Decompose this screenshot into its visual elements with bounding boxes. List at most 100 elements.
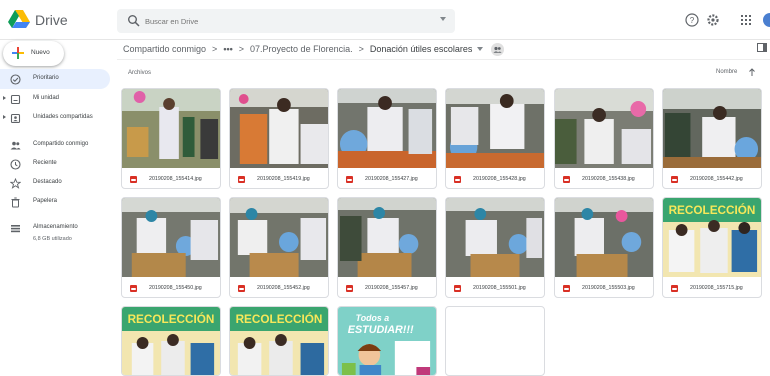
image-file-icon: [563, 176, 570, 183]
sidebar-item-shared-drives[interactable]: Unidades compartidas: [0, 108, 110, 128]
expand-arrow-icon[interactable]: [3, 96, 6, 100]
file-meta: 20190208_155442.jpg: [663, 168, 761, 188]
file-name: 20190208_155442.jpg: [690, 176, 743, 182]
photo-thumbnail[interactable]: RECOLECCIÓN: [663, 198, 761, 277]
file-card[interactable]: RECOLECCIÓN 20190208_155715.jpg: [662, 197, 762, 298]
photo-thumbnail[interactable]: [338, 89, 436, 168]
file-card[interactable]: 20190208_155503.jpg: [554, 197, 654, 298]
photo-thumbnail[interactable]: [230, 198, 328, 277]
sidebar-item-label: Reciente: [33, 160, 57, 166]
breadcrumb-item-current[interactable]: Donación útiles escolares: [370, 44, 473, 54]
account-avatar[interactable]: [760, 12, 770, 28]
settings-icon[interactable]: [705, 12, 721, 28]
file-card-loading[interactable]: [445, 306, 545, 376]
file-card[interactable]: 20190208_155414.jpg: [121, 88, 221, 189]
photo-thumbnail[interactable]: [122, 89, 220, 168]
file-meta: 20190208_155438.jpg: [555, 168, 653, 188]
file-meta: 20190208_155452.jpg: [230, 277, 328, 297]
shared-folder-icon[interactable]: [491, 42, 505, 56]
image-file-icon: [671, 285, 678, 292]
file-name: 20190208_155427.jpg: [365, 176, 418, 182]
file-card[interactable]: RECOLECCIÓN: [121, 306, 221, 376]
photo-thumbnail[interactable]: [555, 198, 653, 277]
chevron-right-icon: >: [212, 44, 218, 54]
poster-thumbnail[interactable]: Todos a ESTUDIAR!!!: [338, 307, 436, 376]
photo-thumbnail[interactable]: [338, 198, 436, 277]
image-file-icon: [671, 176, 678, 183]
files-section-heading: Archivos: [128, 70, 152, 76]
photo-thumbnail[interactable]: [555, 89, 653, 168]
photo-thumbnail[interactable]: RECOLECCIÓN: [230, 307, 328, 376]
sidebar-item-shared-with-me[interactable]: Compartido conmigo: [0, 135, 110, 155]
file-name: 20190208_155715.jpg: [690, 285, 743, 291]
file-card[interactable]: 20190208_155452.jpg: [229, 197, 329, 298]
plus-icon: [12, 47, 24, 59]
file-meta: 20190208_155501.jpg: [446, 277, 544, 297]
sidebar-item-label: Almacenamiento: [33, 224, 78, 230]
image-file-icon: [130, 285, 137, 292]
file-name: 20190208_155428.jpg: [473, 176, 526, 182]
sort-direction-arrow-icon[interactable]: [748, 67, 756, 77]
file-meta: 20190208_155503.jpg: [555, 277, 653, 297]
file-name: 20190208_155419.jpg: [257, 176, 310, 182]
file-name: 20190208_155503.jpg: [582, 285, 635, 291]
expand-arrow-icon[interactable]: [3, 115, 6, 119]
sidebar-item-label: Compartido conmigo: [33, 141, 89, 147]
details-panel-icon[interactable]: [757, 43, 767, 52]
search-options-caret-icon[interactable]: [440, 17, 446, 21]
file-meta: 20190208_155457.jpg: [338, 277, 436, 297]
clock-icon: [10, 159, 21, 170]
breadcrumb-item-shared-with-me[interactable]: Compartido conmigo: [123, 44, 206, 54]
file-card[interactable]: 20190208_155457.jpg: [337, 197, 437, 298]
photo-thumbnail[interactable]: [446, 89, 544, 168]
photo-thumbnail[interactable]: [230, 89, 328, 168]
folder-menu-caret-icon[interactable]: [477, 47, 484, 51]
storage-icon: [11, 225, 20, 233]
file-card[interactable]: 20190208_155428.jpg: [445, 88, 545, 189]
apps-grid-icon[interactable]: [738, 12, 754, 28]
file-meta: 20190208_155427.jpg: [338, 168, 436, 188]
star-icon: [10, 178, 21, 189]
file-name: 20190208_155438.jpg: [582, 176, 635, 182]
new-button[interactable]: Nuevo: [3, 41, 64, 66]
people-icon: [10, 141, 21, 150]
file-card[interactable]: 20190208_155501.jpg: [445, 197, 545, 298]
file-card[interactable]: 20190208_155442.jpg: [662, 88, 762, 189]
sidebar-item-storage[interactable]: Almacenamiento: [0, 218, 110, 238]
help-icon[interactable]: ?: [684, 12, 700, 28]
file-card[interactable]: 20190208_155427.jpg: [337, 88, 437, 189]
svg-text:?: ?: [690, 16, 695, 25]
file-card[interactable]: 20190208_155438.jpg: [554, 88, 654, 189]
photo-thumbnail[interactable]: RECOLECCIÓN: [122, 307, 220, 376]
sort-by-name-button[interactable]: Nombre: [716, 69, 737, 75]
banner-text: RECOLECCIÓN: [128, 311, 215, 326]
sidebar-item-label: Mi unidad: [33, 95, 60, 101]
my-drive-icon: [10, 94, 21, 105]
file-card[interactable]: 20190208_155450.jpg: [121, 197, 221, 298]
image-file-icon: [454, 176, 461, 183]
photo-thumbnail[interactable]: [663, 89, 761, 168]
sidebar-item-priority[interactable]: Prioritario: [0, 69, 110, 89]
sidebar-item-recent[interactable]: Reciente: [0, 154, 110, 174]
priority-check-icon: [10, 74, 21, 85]
search-icon[interactable]: [127, 14, 141, 28]
search-input[interactable]: [145, 13, 425, 29]
poster-line-2: ESTUDIAR!!!: [348, 324, 414, 336]
banner-text: RECOLECCIÓN: [669, 202, 756, 217]
sidebar-item-starred[interactable]: Destacado: [0, 173, 110, 193]
sidebar-item-my-drive[interactable]: Mi unidad: [0, 89, 110, 109]
file-meta: 20190208_155428.jpg: [446, 168, 544, 188]
banner-text: RECOLECCIÓN: [236, 311, 323, 326]
drive-logo-icon[interactable]: [8, 9, 30, 29]
sidebar-item-trash[interactable]: Papelera: [0, 192, 110, 212]
file-card[interactable]: 20190208_155419.jpg: [229, 88, 329, 189]
search-bar[interactable]: [117, 9, 455, 33]
breadcrumb-more-icon[interactable]: •••: [223, 44, 232, 54]
file-meta: 20190208_155450.jpg: [122, 277, 220, 297]
file-card[interactable]: RECOLECCIÓN: [229, 306, 329, 376]
breadcrumb-item-project[interactable]: 07.Proyecto de Florencia.: [250, 44, 353, 54]
photo-thumbnail[interactable]: [122, 198, 220, 277]
photo-thumbnail[interactable]: [446, 198, 544, 277]
app-name[interactable]: Drive: [35, 12, 68, 28]
file-card[interactable]: Todos a ESTUDIAR!!!: [337, 306, 437, 376]
